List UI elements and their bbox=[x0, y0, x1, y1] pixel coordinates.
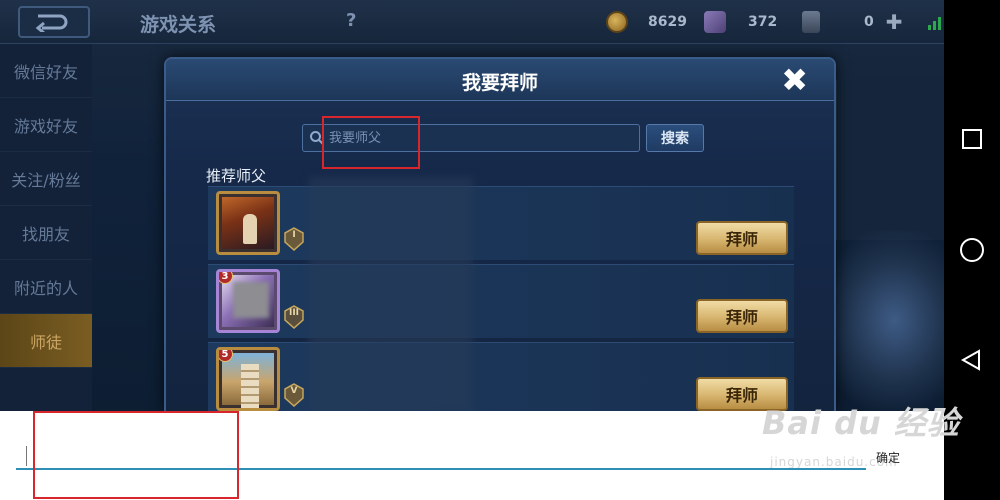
avatar[interactable] bbox=[216, 191, 280, 255]
confirm-button[interactable]: 确定 bbox=[876, 449, 900, 466]
sidebar-item-mentorship[interactable]: 师徒 bbox=[0, 314, 92, 368]
rank-label: I bbox=[292, 230, 296, 240]
gold-value: 8629 bbox=[648, 14, 687, 30]
back-nav-icon[interactable] bbox=[960, 349, 982, 371]
close-icon[interactable]: ✖ bbox=[781, 63, 808, 97]
list-item: 3 III 拜师 bbox=[208, 264, 794, 338]
sidebar: 微信好友 游戏好友 关注/粉丝 找朋友 附近的人 师徒 bbox=[0, 44, 92, 411]
rank-badge-icon: V bbox=[284, 383, 304, 407]
diamond-counter: 372 bbox=[704, 8, 777, 36]
background-panel bbox=[836, 80, 944, 240]
sidebar-item-follow-fans[interactable]: 关注/粉丝 bbox=[0, 152, 92, 206]
home-icon[interactable] bbox=[960, 238, 984, 262]
watermark-logo: Bai du 经验 bbox=[762, 404, 960, 442]
card-counter: 0 ✚ bbox=[802, 8, 903, 36]
diamond-value: 372 bbox=[748, 14, 778, 30]
avatar[interactable]: 5 bbox=[216, 347, 280, 411]
recommended-mentors-label: 推荐师父 bbox=[206, 167, 267, 185]
search-box[interactable] bbox=[302, 124, 640, 152]
sidebar-item-game-friends[interactable]: 游戏好友 bbox=[0, 98, 92, 152]
list-item: 5 V 拜师 bbox=[208, 342, 794, 416]
ime-input-underline[interactable] bbox=[16, 468, 866, 470]
search-input[interactable] bbox=[329, 128, 629, 148]
privacy-blur-overlay bbox=[309, 177, 473, 413]
signal-icon bbox=[928, 14, 942, 30]
list-item: I 拜师 bbox=[208, 186, 794, 260]
dialog-title: 我要拜师 bbox=[461, 72, 538, 94]
sidebar-item-nearby[interactable]: 附近的人 bbox=[0, 260, 92, 314]
search-icon bbox=[310, 131, 324, 145]
plus-icon[interactable]: ✚ bbox=[886, 10, 903, 34]
card-value: 0 bbox=[864, 14, 874, 30]
card-icon bbox=[802, 11, 820, 33]
page-title: 游戏关系 bbox=[140, 14, 217, 36]
top-bar: 游戏关系 ? 8629 372 0 ✚ bbox=[0, 0, 944, 44]
apprentice-button[interactable]: 拜师 bbox=[696, 221, 788, 255]
back-button[interactable] bbox=[18, 6, 90, 38]
sidebar-item-wechat-friends[interactable]: 微信好友 bbox=[0, 44, 92, 98]
avatar[interactable]: 3 bbox=[216, 269, 280, 333]
gold-counter: 8629 bbox=[606, 8, 687, 36]
apprentice-button[interactable]: 拜师 bbox=[696, 299, 788, 333]
text-cursor bbox=[26, 446, 27, 466]
dialog-header: 我要拜师 ✖ bbox=[166, 59, 834, 101]
sidebar-item-find-friends[interactable]: 找朋友 bbox=[0, 206, 92, 260]
background-hero-art bbox=[820, 230, 944, 411]
recent-apps-icon[interactable] bbox=[962, 129, 982, 149]
rank-badge-icon: III bbox=[284, 305, 304, 329]
rank-label: III bbox=[288, 308, 300, 318]
rank-badge-icon: I bbox=[284, 227, 304, 251]
search-button[interactable]: 搜索 bbox=[646, 124, 704, 152]
find-mentor-dialog: 我要拜师 ✖ 搜索 推荐师父 I 拜师 3 III 拜 bbox=[164, 57, 836, 416]
gold-coin-icon bbox=[606, 11, 628, 33]
diamond-icon bbox=[704, 11, 726, 33]
back-arrow-icon bbox=[35, 14, 68, 32]
rank-label: V bbox=[290, 386, 298, 396]
help-icon[interactable]: ? bbox=[346, 10, 356, 31]
